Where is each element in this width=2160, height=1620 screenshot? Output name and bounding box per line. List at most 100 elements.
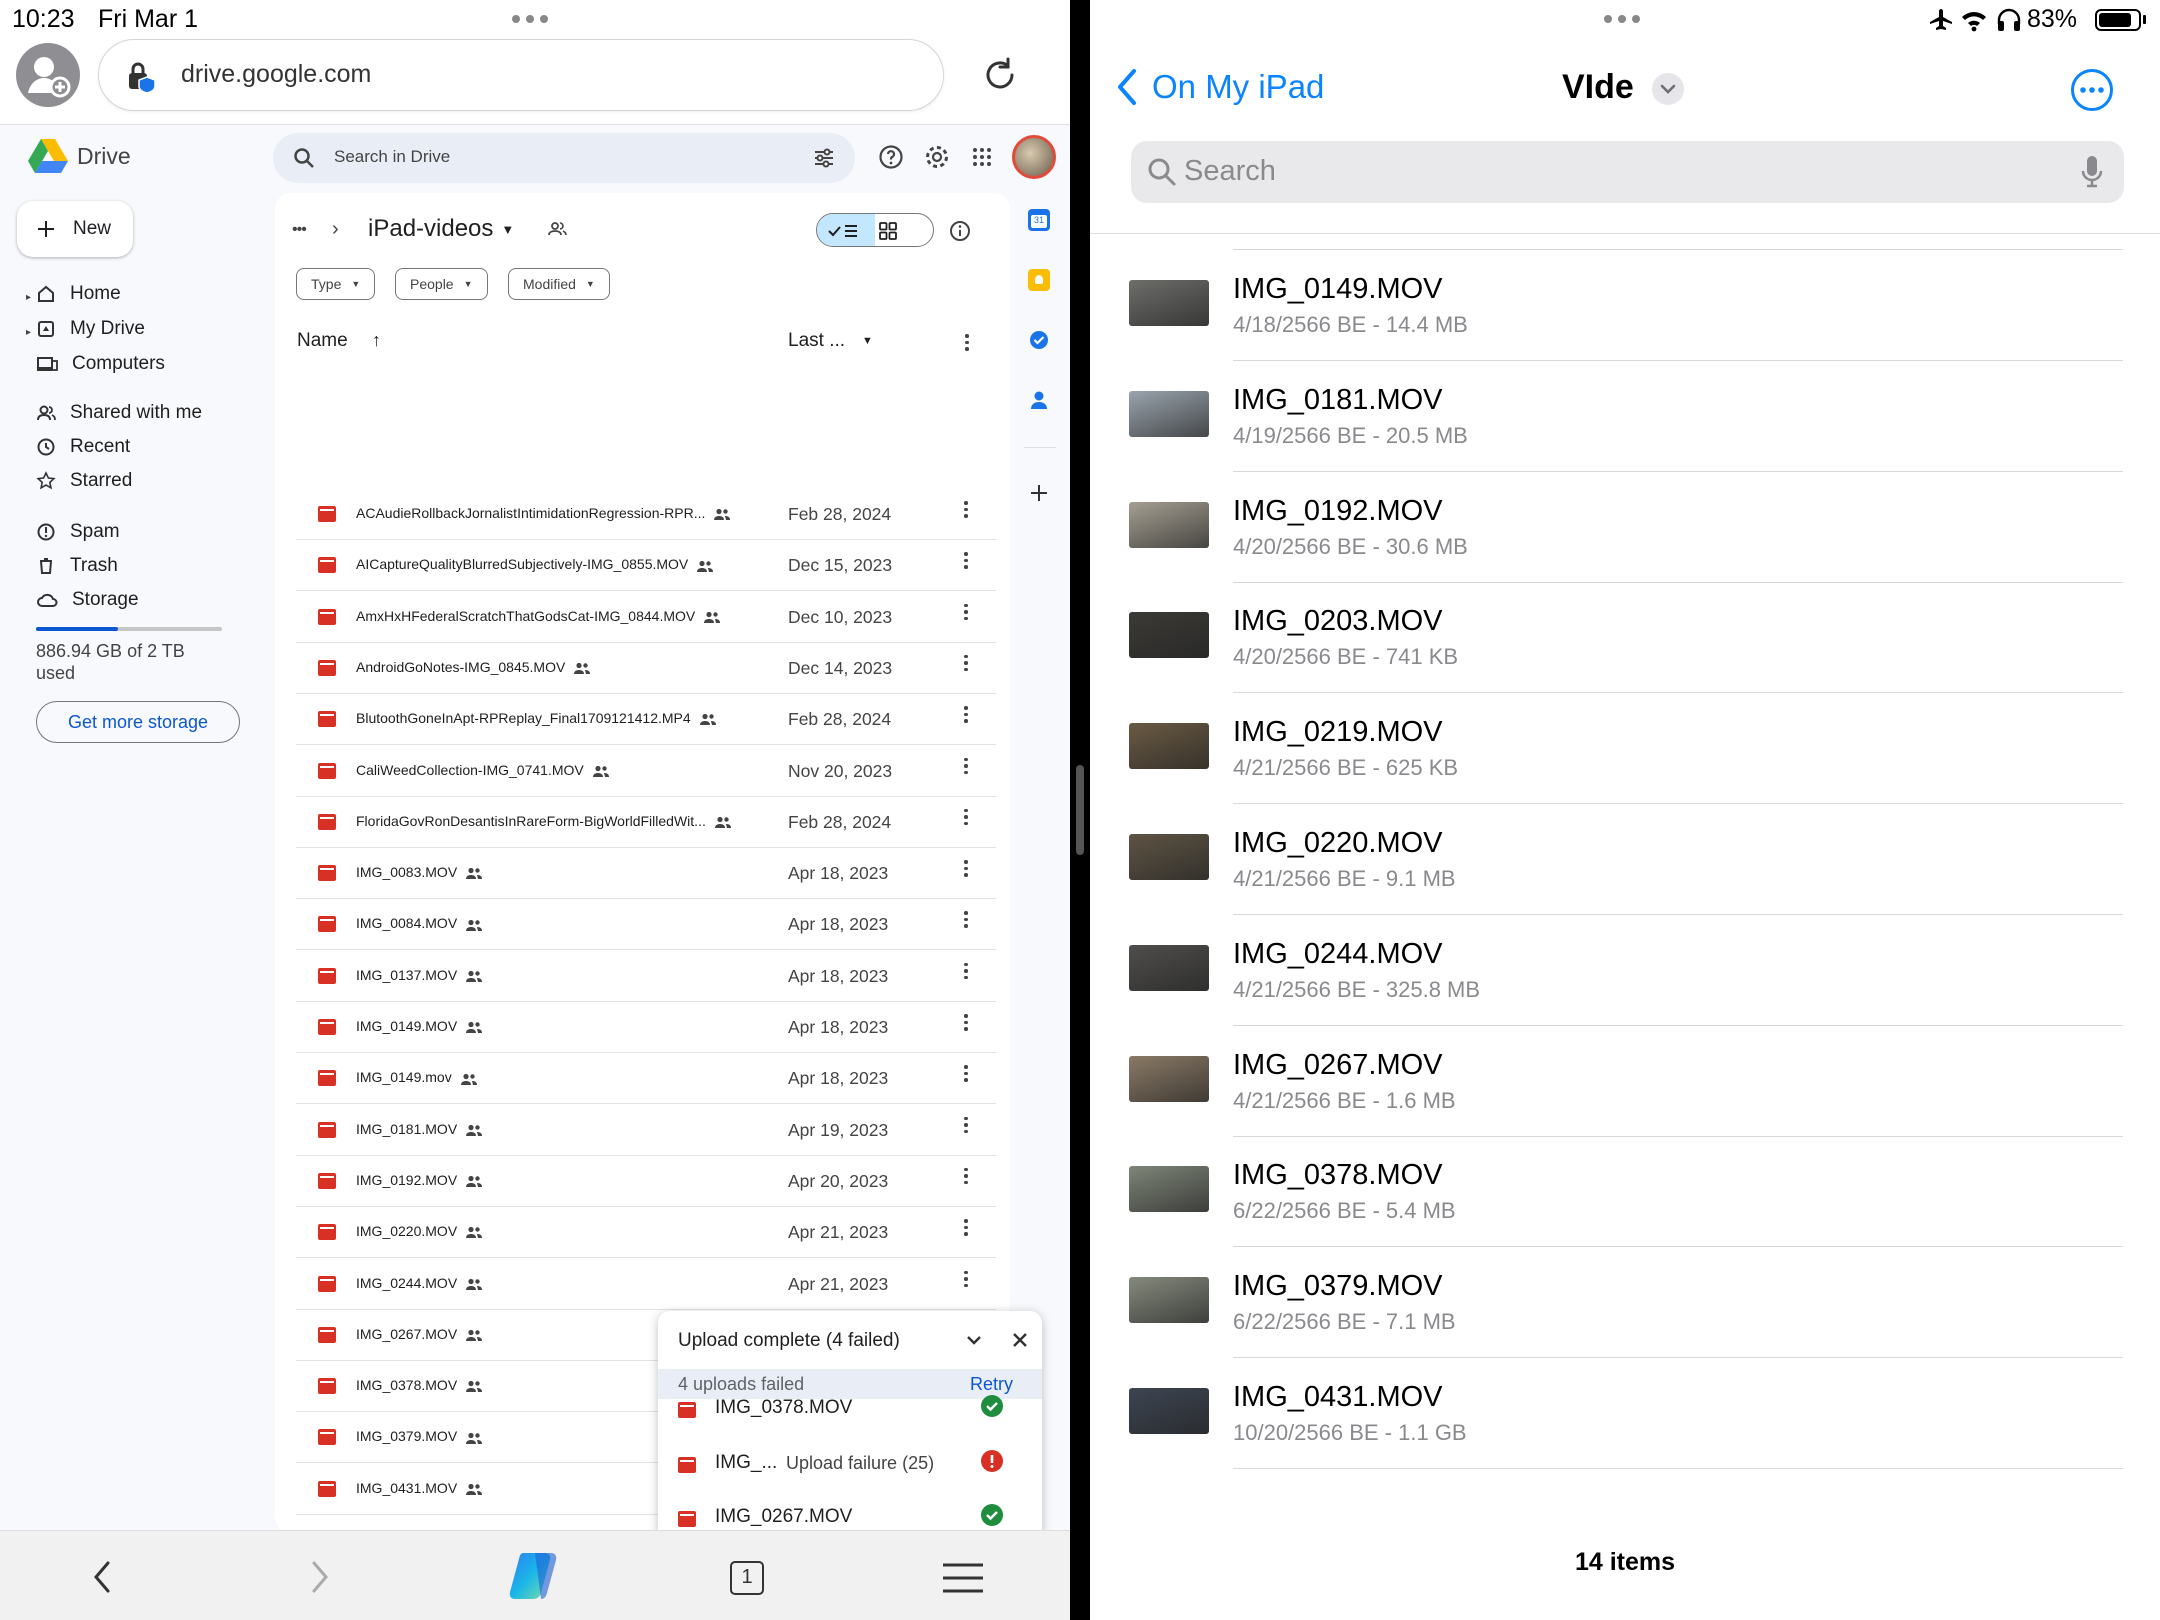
sidebar-item-computers[interactable]: Computers [36, 349, 165, 379]
file-row[interactable]: IMG_0244.MOV Apr 21, 2023 [296, 1259, 996, 1310]
multitask-handle[interactable] [512, 15, 548, 23]
file-row[interactable]: IMG_0181.MOV Apr 19, 2023 [296, 1105, 996, 1156]
menu-hamburger-icon[interactable] [941, 1561, 985, 1595]
account-avatar[interactable] [1012, 135, 1056, 179]
folder-title[interactable]: VIde [1562, 68, 1634, 107]
file-list-item[interactable]: IMG_0203.MOV 4/20/2566 BE - 741 KB [1090, 582, 2160, 694]
calendar-icon[interactable]: 31 [1028, 209, 1050, 231]
file-list-item[interactable]: IMG_0378.MOV 6/22/2566 BE - 5.4 MB [1090, 1136, 2160, 1248]
help-icon[interactable] [878, 144, 904, 170]
file-more-icon[interactable] [964, 654, 968, 672]
file-row[interactable]: IMG_0220.MOV Apr 21, 2023 [296, 1207, 996, 1259]
file-more-icon[interactable] [964, 706, 968, 723]
file-more-icon[interactable] [964, 860, 968, 877]
file-list-item[interactable]: IMG_0219.MOV 4/21/2566 BE - 625 KB [1090, 693, 2160, 805]
file-more-icon[interactable] [964, 1167, 968, 1185]
file-more-icon[interactable] [964, 757, 968, 774]
reload-icon[interactable] [980, 55, 1020, 95]
file-list-item[interactable]: IMG_0220.MOV 4/21/2566 BE - 9.1 MB [1090, 804, 2160, 915]
filter-people[interactable]: People ▼ [395, 268, 488, 300]
file-more-icon[interactable] [964, 1116, 968, 1134]
sidebar-item-trash[interactable]: Trash [36, 551, 118, 581]
new-button[interactable]: New [17, 201, 133, 257]
file-row[interactable]: ACAudieRollbackJornalistIntimidationRegr… [296, 489, 996, 540]
tasks-icon[interactable] [1028, 329, 1050, 351]
file-list-item[interactable]: IMG_0181.MOV 4/19/2566 BE - 20.5 MB [1090, 361, 2160, 472]
file-row[interactable]: CaliWeedCollection-IMG_0741.MOV Nov 20, 2… [296, 746, 996, 797]
list-view-button[interactable] [817, 214, 875, 246]
file-more-icon[interactable] [964, 1014, 968, 1031]
file-row[interactable]: IMG_0137.MOV Apr 18, 2023 [296, 951, 996, 1002]
upload-item[interactable]: IMG_... Upload failure (25) [658, 1446, 1042, 1500]
drive-search[interactable]: Search in Drive [273, 133, 855, 183]
settings-gear-icon[interactable] [924, 144, 950, 170]
file-more-icon[interactable] [964, 911, 968, 928]
filter-modified[interactable]: Modified ▼ [508, 268, 610, 300]
forward-arrow-icon[interactable] [306, 1557, 334, 1597]
contacts-icon[interactable] [1029, 389, 1049, 411]
collapse-chevron-icon[interactable] [964, 1330, 984, 1350]
file-list-item[interactable]: IMG_0267.MOV 4/21/2566 BE - 1.6 MB [1090, 1026, 2160, 1137]
file-more-icon[interactable] [964, 1065, 968, 1082]
file-row[interactable]: IMG_0149.mov Apr 18, 2023 [296, 1053, 996, 1105]
file-list-item[interactable]: IMG_0431.MOV 10/20/2566 BE - 1.1 GB [1090, 1358, 2160, 1469]
back-arrow-icon[interactable] [88, 1557, 116, 1597]
more-options-icon[interactable] [2070, 68, 2114, 112]
file-more-icon[interactable] [964, 552, 968, 569]
grid-view-icon[interactable] [879, 222, 897, 240]
files-search-field[interactable]: Search [1131, 141, 2124, 203]
file-more-icon[interactable] [964, 1270, 968, 1287]
folder-title[interactable]: iPad-videos ▼ [368, 215, 514, 243]
apps-grid-icon[interactable] [972, 147, 992, 167]
file-more-icon[interactable] [964, 603, 968, 621]
file-row[interactable]: FloridaGovRonDesantisInRareForm-BigWorld… [296, 797, 996, 848]
column-modified[interactable]: Last ... [788, 330, 845, 352]
file-row[interactable]: AndroidGoNotes-IMG_0845.MOV Dec 14, 2023 [296, 643, 996, 694]
file-row[interactable]: IMG_0192.MOV Apr 20, 2023 [296, 1156, 996, 1207]
file-row[interactable]: AmxHxHFederalScratchThatGodsCat-IMG_0844… [296, 592, 996, 643]
file-row[interactable]: IMG_0084.MOV Apr 18, 2023 [296, 899, 996, 951]
search-options-icon[interactable] [813, 147, 835, 169]
file-list-item[interactable]: IMG_0244.MOV 4/21/2566 BE - 325.8 MB [1090, 915, 2160, 1026]
back-button[interactable]: On My iPad [1116, 68, 1324, 106]
file-more-icon[interactable] [964, 808, 968, 826]
file-more-icon[interactable] [964, 1219, 968, 1236]
upload-item[interactable]: IMG_0378.MOV [658, 1391, 1042, 1445]
address-bar[interactable]: drive.google.com [98, 39, 944, 111]
sidebar-item-storage[interactable]: Storage [36, 585, 139, 615]
add-addon-icon[interactable] [1030, 484, 1048, 502]
expand-arrow-icon[interactable]: ▸ [26, 327, 31, 338]
copilot-icon[interactable] [505, 1547, 565, 1605]
sidebar-item-my-drive[interactable]: My Drive [36, 314, 145, 344]
column-name[interactable]: Name [297, 330, 348, 352]
close-icon[interactable] [1010, 1330, 1030, 1350]
title-menu-chevron-icon[interactable] [1652, 73, 1684, 105]
file-row[interactable]: IMG_0083.MOV Apr 18, 2023 [296, 848, 996, 900]
breadcrumb-more[interactable]: ••• [292, 221, 307, 239]
split-view-handle[interactable] [1076, 765, 1084, 855]
view-toggle[interactable] [816, 213, 934, 247]
file-row[interactable]: AICaptureQualityBlurredSubjectively-IMG_… [296, 540, 996, 592]
drive-logo-icon[interactable] [27, 137, 69, 175]
file-list-item[interactable]: IMG_0379.MOV 6/22/2566 BE - 7.1 MB [1090, 1247, 2160, 1359]
file-list-item[interactable]: IMG_0149.MOV 4/18/2566 BE - 14.4 MB [1090, 250, 2160, 361]
file-row[interactable]: BlutoothGoneInApt-RPReplay_Final17091214… [296, 694, 996, 746]
file-row[interactable]: IMG_0149.MOV Apr 18, 2023 [296, 1002, 996, 1053]
sidebar-item-shared[interactable]: Shared with me [36, 398, 202, 428]
expand-arrow-icon[interactable]: ▸ [26, 292, 31, 303]
profile-icon[interactable] [16, 43, 80, 107]
header-more-icon[interactable] [965, 334, 969, 351]
sidebar-item-spam[interactable]: Spam [36, 517, 120, 547]
sort-up-arrow-icon[interactable]: ↑ [372, 330, 381, 351]
microphone-icon[interactable] [2081, 155, 2103, 189]
file-list-item[interactable]: IMG_0192.MOV 4/20/2566 BE - 30.6 MB [1090, 472, 2160, 583]
info-icon[interactable] [949, 220, 971, 242]
file-more-icon[interactable] [964, 962, 968, 980]
keep-icon[interactable] [1028, 269, 1050, 291]
sidebar-item-starred[interactable]: Starred [36, 466, 132, 496]
filter-type[interactable]: Type ▼ [296, 268, 376, 300]
multitask-handle[interactable] [1604, 15, 1640, 23]
sidebar-item-recent[interactable]: Recent [36, 432, 130, 462]
sidebar-item-home[interactable]: Home [36, 279, 121, 309]
file-more-icon[interactable] [964, 501, 968, 518]
